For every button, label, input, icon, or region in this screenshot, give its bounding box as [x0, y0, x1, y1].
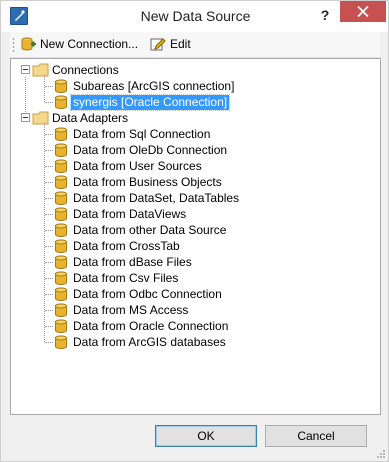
tree-node-connections[interactable]: Connections	[32, 62, 121, 78]
tree-node-item[interactable]: synergis [Oracle Connection]	[54, 93, 231, 111]
tree-node-item[interactable]: Data from DataSet, DataTables	[54, 190, 241, 206]
tree-node-item[interactable]: Data from User Sources	[54, 158, 204, 174]
data-source-tree[interactable]: Connections Subareas [ArcGIS connection]…	[10, 58, 381, 415]
tree-node-label: Data from Odbc Connection	[73, 286, 222, 301]
ok-button[interactable]: OK	[155, 425, 257, 447]
tree-node-item[interactable]: Data from CrossTab	[54, 238, 182, 254]
tree-node-label: Data from DataSet, DataTables	[73, 190, 240, 205]
database-icon	[55, 239, 67, 253]
database-icon	[55, 127, 67, 141]
edit-button[interactable]: Edit	[149, 34, 191, 54]
tree-node-label: Data from Csv Files	[73, 270, 179, 285]
tree-line	[45, 198, 53, 199]
collapse-data-adapters-toggle[interactable]	[21, 113, 30, 122]
tree-node-item[interactable]: Data from Business Objects	[54, 174, 224, 190]
tree-node-label: Data from other Data Source	[73, 222, 227, 237]
database-icon	[55, 207, 67, 221]
tree-line	[45, 262, 53, 263]
new-data-source-dialog: New Data Source ? New Connection... Edit	[0, 0, 389, 462]
tree-node-label: Data from User Sources	[73, 158, 202, 173]
database-icon	[55, 175, 67, 189]
tree-node-item[interactable]: Data from Sql Connection	[54, 126, 212, 142]
close-button[interactable]	[340, 1, 386, 22]
tree-node-label: Data from MS Access	[73, 302, 189, 317]
tree-node-item[interactable]: Data from OleDb Connection	[54, 142, 229, 158]
tree-node-item[interactable]: Data from DataViews	[54, 206, 188, 222]
database-icon	[55, 271, 67, 285]
toolbar-grip[interactable]	[12, 37, 15, 53]
help-button[interactable]: ?	[310, 4, 340, 26]
tree-line	[45, 102, 53, 103]
tree-line	[44, 75, 45, 102]
tree-node-data-adapters[interactable]: Data Adapters	[32, 110, 130, 126]
tree-node-item[interactable]: Subareas [ArcGIS connection]	[54, 78, 236, 94]
tree-line	[45, 166, 53, 167]
tree-node-item[interactable]: Data from MS Access	[54, 302, 190, 318]
tree-node-label: Data from Oracle Connection	[73, 318, 229, 333]
tree-node-item[interactable]: Data from other Data Source	[54, 222, 228, 238]
resize-grip-icon[interactable]	[375, 448, 385, 458]
new-connection-button[interactable]: New Connection...	[19, 34, 138, 54]
tree-line	[45, 246, 53, 247]
tree-node-label: Data from DataViews	[73, 206, 187, 221]
edit-icon	[150, 38, 166, 51]
tree-node-item[interactable]: Data from Oracle Connection	[54, 318, 230, 334]
tree-line	[45, 86, 53, 87]
tree-node-item[interactable]: Data from Csv Files	[54, 270, 180, 286]
tree-node-item[interactable]: Data from dBase Files	[54, 254, 194, 270]
new-connection-icon	[21, 37, 36, 51]
tree-node-label: Data from OleDb Connection	[73, 142, 228, 157]
tree-node-item[interactable]: Data from ArcGIS databases	[54, 334, 228, 350]
folder-icon	[32, 111, 49, 125]
database-icon	[55, 159, 67, 173]
tree-node-label: Data Adapters	[52, 110, 129, 125]
tree-node-label: Connections	[52, 62, 119, 77]
tree-line	[45, 150, 53, 151]
database-icon	[55, 319, 67, 333]
tree-line	[45, 230, 53, 231]
database-icon	[55, 303, 67, 317]
tree-node-label: Data from Sql Connection	[73, 126, 211, 141]
tree-line	[45, 294, 53, 295]
tree-node-label: Data from Business Objects	[73, 174, 222, 189]
tree-line	[45, 182, 53, 183]
tree-node-item[interactable]: Data from Odbc Connection	[54, 286, 224, 302]
tree-node-label: Subareas [ArcGIS connection]	[73, 78, 235, 93]
database-icon	[55, 335, 67, 349]
tree-node-label: synergis [Oracle Connection]	[69, 93, 231, 111]
title-bar[interactable]: New Data Source ?	[1, 1, 388, 32]
tree-node-label: Data from ArcGIS databases	[73, 334, 226, 349]
folder-icon	[32, 63, 49, 77]
toolbar: New Connection... Edit	[10, 32, 380, 58]
database-icon	[55, 287, 67, 301]
tree-node-label: Data from dBase Files	[73, 254, 192, 269]
cancel-button[interactable]: Cancel	[265, 425, 367, 447]
close-icon	[357, 6, 369, 17]
edit-label: Edit	[170, 37, 191, 51]
tree-line	[25, 77, 26, 116]
tree-line	[45, 310, 53, 311]
database-icon	[55, 95, 67, 109]
tree-line	[45, 134, 53, 135]
tree-line	[45, 342, 53, 343]
tree-node-label: Data from CrossTab	[73, 238, 180, 253]
tree-line	[45, 326, 53, 327]
database-icon	[55, 223, 67, 237]
database-icon	[55, 79, 67, 93]
database-icon	[55, 191, 67, 205]
new-connection-label: New Connection...	[40, 37, 139, 51]
tree-line	[45, 214, 53, 215]
database-icon	[55, 255, 67, 269]
database-icon	[55, 143, 67, 157]
collapse-connections-toggle[interactable]	[21, 65, 30, 74]
tree-line	[45, 278, 53, 279]
